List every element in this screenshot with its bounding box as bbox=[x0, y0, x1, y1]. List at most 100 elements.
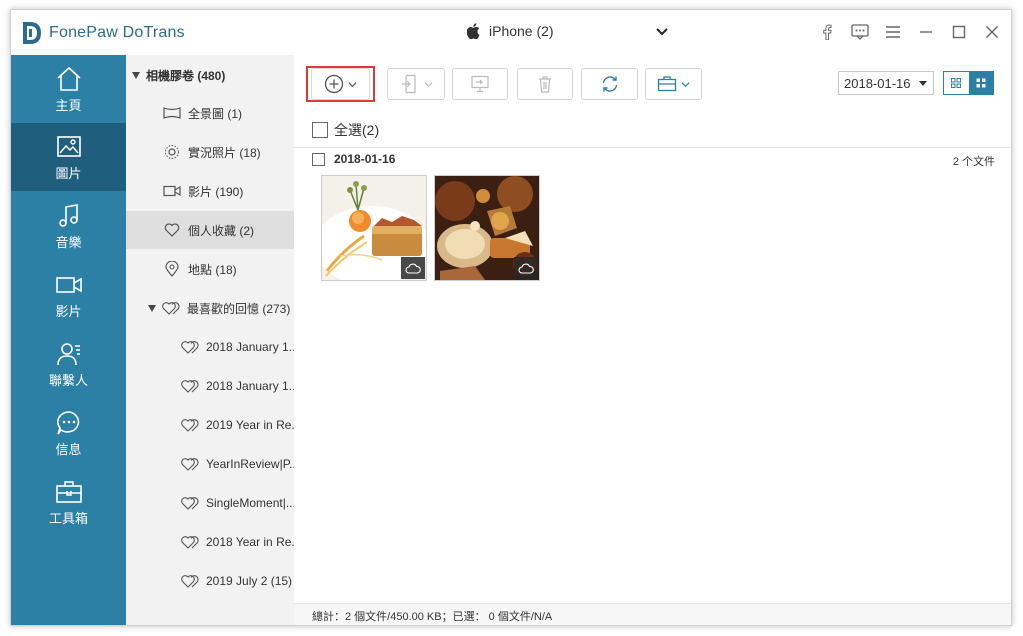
home-icon bbox=[56, 66, 81, 91]
checkbox[interactable] bbox=[312, 152, 325, 166]
memory-item[interactable]: 2018 January 1... bbox=[126, 328, 294, 366]
device-selector[interactable]: iPhone (2) bbox=[467, 23, 554, 39]
album-label: 2018 January 1... bbox=[206, 340, 294, 354]
memories-heart-icon bbox=[181, 339, 199, 355]
memory-item[interactable]: YearInReview|P... bbox=[126, 445, 294, 483]
album-label: 最喜歡的回憶 (273) bbox=[187, 301, 291, 316]
video-icon bbox=[163, 183, 181, 199]
memory-item[interactable]: 2019 July 2 (15) bbox=[126, 562, 294, 600]
album-label: 2019 Year in Re... bbox=[206, 418, 294, 432]
panorama-icon bbox=[163, 105, 181, 121]
memory-item[interactable]: SingleMoment|... bbox=[126, 484, 294, 522]
refresh-icon bbox=[602, 76, 617, 92]
album-label: 個人收藏 (2) bbox=[188, 223, 255, 238]
nav-item-toolbox[interactable]: 工具箱 bbox=[11, 468, 126, 536]
nav-item-label: 圖片 bbox=[55, 165, 82, 181]
export-to-device-icon bbox=[401, 74, 416, 94]
album-label: 實況照片 (18) bbox=[188, 145, 261, 160]
album-panorama[interactable]: 全景圖 (1) bbox=[126, 94, 294, 132]
heart-icon bbox=[163, 222, 181, 238]
nav-item-home[interactable]: 主頁 bbox=[11, 55, 126, 123]
date-filter-select[interactable]: 2018-01-16 bbox=[838, 71, 934, 95]
status-text: 總計：2 個文件/450.00 KB；已選： 0 個文件/N/A bbox=[312, 610, 553, 623]
memories-heart-icon bbox=[181, 573, 199, 589]
feedback-icon[interactable] bbox=[851, 22, 869, 42]
toolbox-icon bbox=[55, 480, 82, 503]
view-toggle bbox=[943, 71, 994, 95]
large-grid-view-button[interactable] bbox=[968, 72, 993, 94]
nav-item-music[interactable]: 音樂 bbox=[11, 192, 126, 260]
contacts-icon bbox=[56, 342, 80, 365]
memory-item[interactable]: 2018 Year in Re... bbox=[126, 523, 294, 561]
date-filter-value: 2018-01-16 bbox=[844, 75, 911, 91]
delete-button[interactable] bbox=[517, 68, 573, 100]
content-area: 2018-01-16 全選(2) 2018-01-16 2 个文件 總計：2 個… bbox=[294, 55, 1011, 625]
nav-item-video[interactable]: 影片 bbox=[11, 261, 126, 329]
memories-heart-icon bbox=[181, 378, 199, 394]
nav-item-messages[interactable]: 信息 bbox=[11, 399, 126, 467]
select-all-checkbox[interactable]: 全選(2) bbox=[312, 120, 379, 140]
chevron-down-icon[interactable] bbox=[655, 26, 669, 38]
nav-item-label: 信息 bbox=[55, 441, 82, 457]
album-label: 2019 July 2 (15) bbox=[206, 574, 293, 588]
album-tree: 相機膠卷 (480) 全景圖 (1) 實況照片 (18) 影片 (190) 個人… bbox=[126, 55, 294, 625]
icloud-icon bbox=[514, 257, 538, 279]
grid-view-button[interactable] bbox=[944, 72, 969, 94]
album-label: 地點 (18) bbox=[188, 262, 237, 277]
nav-item-photos[interactable]: 圖片 bbox=[11, 123, 126, 191]
memories-heart-icon bbox=[181, 417, 199, 433]
title-bar: FonePaw DoTrans iPhone (2) bbox=[11, 10, 1011, 55]
toolbox-dropdown-button[interactable] bbox=[645, 68, 702, 100]
minimize-icon[interactable] bbox=[917, 22, 935, 42]
memory-item[interactable]: 2019 Year in Re... bbox=[126, 406, 294, 444]
memories-heart-icon bbox=[162, 300, 180, 316]
album-favorites[interactable]: 個人收藏 (2) bbox=[126, 211, 294, 249]
menu-icon[interactable] bbox=[884, 22, 902, 42]
fonepaw-logo-icon bbox=[23, 22, 41, 44]
app-window: FonePaw DoTrans iPhone (2) 主頁 圖片 音樂 影片 聯… bbox=[10, 9, 1012, 626]
select-all-label: 全選(2) bbox=[334, 122, 380, 138]
album-camera-roll[interactable]: 相機膠卷 (480) bbox=[126, 56, 294, 94]
album-live-photos[interactable]: 實況照片 (18) bbox=[126, 133, 294, 171]
nav-item-label: 音樂 bbox=[55, 234, 82, 250]
maximize-icon[interactable] bbox=[950, 22, 968, 42]
memories-heart-icon bbox=[181, 534, 199, 550]
app-title: FonePaw DoTrans bbox=[49, 24, 185, 41]
caret-down-icon bbox=[919, 81, 927, 86]
album-label: 全景圖 (1) bbox=[188, 106, 243, 121]
grid-large-icon bbox=[976, 78, 986, 88]
chevron-down-icon bbox=[423, 81, 433, 87]
status-bar: 總計：2 個文件/450.00 KB；已選： 0 個文件/N/A bbox=[294, 603, 1011, 625]
expand-triangle-icon[interactable] bbox=[132, 71, 140, 79]
album-places[interactable]: 地點 (18) bbox=[126, 250, 294, 288]
icloud-icon bbox=[401, 257, 425, 279]
apple-icon bbox=[467, 23, 480, 39]
expand-triangle-icon[interactable] bbox=[148, 304, 156, 312]
group-file-count: 2 个文件 bbox=[952, 156, 995, 168]
grid-small-icon bbox=[951, 78, 962, 88]
photo-icon bbox=[56, 135, 81, 157]
close-icon[interactable] bbox=[983, 22, 1001, 42]
nav-item-label: 聯繫人 bbox=[48, 372, 88, 388]
export-to-device-button[interactable] bbox=[387, 68, 445, 100]
memory-item[interactable]: 2018 January 1... bbox=[126, 367, 294, 405]
main-nav: 主頁 圖片 音樂 影片 聯繫人 信息 工具箱 bbox=[11, 55, 126, 625]
export-to-pc-button[interactable] bbox=[452, 68, 508, 100]
facebook-icon[interactable] bbox=[818, 22, 836, 42]
toolbar: 2018-01-16 bbox=[294, 55, 1011, 115]
date-group-checkbox[interactable]: 2018-01-16 bbox=[312, 152, 395, 166]
photo-thumbnail[interactable] bbox=[434, 175, 540, 281]
checkbox[interactable] bbox=[312, 122, 328, 138]
nav-item-contacts[interactable]: 聯繫人 bbox=[11, 330, 126, 398]
refresh-button[interactable] bbox=[581, 68, 638, 100]
add-button-highlight bbox=[306, 66, 375, 102]
live-photo-icon bbox=[163, 144, 181, 160]
window-controls bbox=[818, 22, 1001, 42]
album-videos[interactable]: 影片 (190) bbox=[126, 172, 294, 210]
photo-thumbnail[interactable] bbox=[321, 175, 427, 281]
chevron-down-icon bbox=[681, 81, 690, 87]
album-label: 2018 Year in Re... bbox=[206, 535, 294, 549]
message-icon bbox=[56, 410, 79, 434]
album-favorite-memories[interactable]: 最喜歡的回憶 (273) bbox=[126, 289, 294, 327]
date-group-header: 2018-01-16 2 个文件 bbox=[294, 147, 1011, 169]
